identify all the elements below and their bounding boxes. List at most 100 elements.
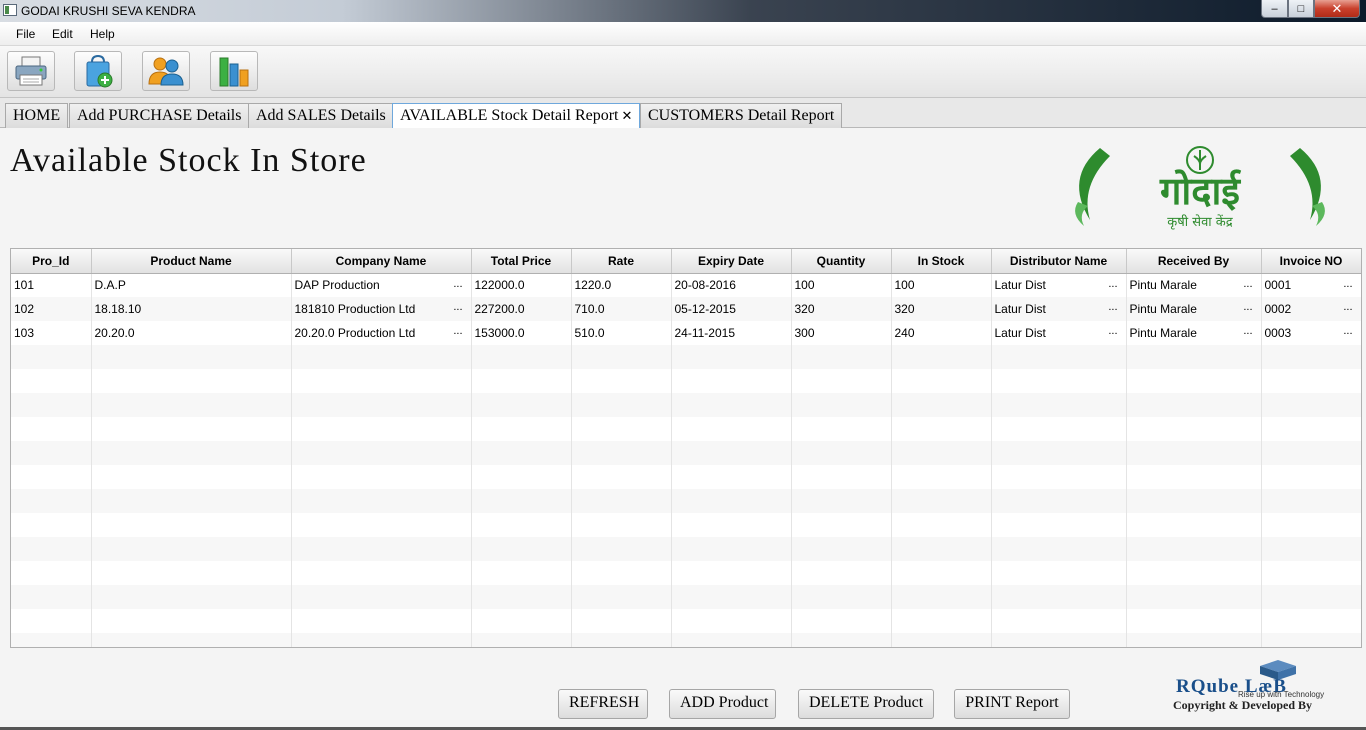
table-cell[interactable] <box>991 489 1127 513</box>
table-cell[interactable] <box>991 513 1127 537</box>
table-cell[interactable]: Pintu Marale... <box>1126 321 1262 345</box>
table-cell[interactable] <box>291 585 472 609</box>
table-cell[interactable] <box>11 585 92 609</box>
table-cell[interactable] <box>791 513 892 537</box>
table-cell[interactable] <box>1261 561 1361 585</box>
table-cell[interactable] <box>471 489 572 513</box>
table-cell[interactable] <box>671 465 792 489</box>
table-cell[interactable] <box>1261 633 1361 647</box>
menu-file[interactable]: File <box>16 27 35 41</box>
table-cell[interactable] <box>791 561 892 585</box>
table-cell[interactable] <box>471 561 572 585</box>
tab-add-purchase[interactable]: Add PURCHASE Details <box>69 103 250 128</box>
table-cell[interactable] <box>11 441 92 465</box>
table-cell[interactable] <box>91 465 292 489</box>
table-cell[interactable] <box>471 465 572 489</box>
table-cell[interactable] <box>291 465 472 489</box>
table-cell[interactable] <box>671 609 792 633</box>
table-cell[interactable] <box>1261 537 1361 561</box>
column-header[interactable]: Expiry Date <box>671 249 792 274</box>
table-cell[interactable] <box>571 417 672 441</box>
table-cell[interactable] <box>1126 465 1262 489</box>
table-cell[interactable]: 320 <box>791 297 892 321</box>
table-cell[interactable] <box>11 393 92 417</box>
table-cell[interactable] <box>291 513 472 537</box>
table-cell[interactable] <box>291 537 472 561</box>
table-cell[interactable] <box>671 393 792 417</box>
table-cell[interactable]: 320 <box>891 297 992 321</box>
table-cell[interactable] <box>471 441 572 465</box>
table-cell[interactable] <box>1261 345 1361 369</box>
table-cell[interactable] <box>11 489 92 513</box>
table-cell[interactable]: 153000.0 <box>471 321 572 345</box>
empty-table-row[interactable] <box>11 585 1361 609</box>
table-cell[interactable] <box>11 633 92 647</box>
maximize-button[interactable]: □ <box>1288 0 1314 18</box>
table-row[interactable]: 101 D.A.P DAP Production... 122000.0 1220.0 2… <box>11 273 1361 297</box>
table-cell[interactable] <box>571 561 672 585</box>
table-cell[interactable] <box>91 609 292 633</box>
table-cell[interactable] <box>1126 489 1262 513</box>
tab-customers[interactable]: CUSTOMERS Detail Report <box>640 103 843 128</box>
table-cell[interactable] <box>891 417 992 441</box>
table-cell[interactable] <box>571 369 672 393</box>
table-cell[interactable]: 20.20.0 <box>91 321 292 345</box>
table-cell[interactable] <box>91 537 292 561</box>
table-cell[interactable]: 181810 Production Ltd... <box>291 297 472 321</box>
print-report-button[interactable]: PRINT Report <box>954 689 1070 719</box>
table-cell[interactable] <box>291 609 472 633</box>
table-cell[interactable]: 227200.0 <box>471 297 572 321</box>
table-cell[interactable] <box>471 633 572 647</box>
empty-table-row[interactable] <box>11 345 1361 369</box>
table-cell[interactable] <box>1126 393 1262 417</box>
table-cell[interactable] <box>291 633 472 647</box>
table-cell[interactable]: 05-12-2015 <box>671 297 792 321</box>
table-cell[interactable] <box>891 345 992 369</box>
table-cell[interactable] <box>471 537 572 561</box>
table-cell[interactable]: Latur Dist... <box>991 321 1127 345</box>
table-cell[interactable] <box>471 345 572 369</box>
table-cell[interactable] <box>791 393 892 417</box>
add-purchase-toolbar-button[interactable] <box>74 51 122 91</box>
table-cell[interactable] <box>991 393 1127 417</box>
table-cell[interactable] <box>91 585 292 609</box>
table-cell[interactable] <box>91 441 292 465</box>
table-cell[interactable] <box>11 345 92 369</box>
table-cell[interactable] <box>791 609 892 633</box>
table-cell[interactable]: Pintu Marale... <box>1126 297 1262 321</box>
table-cell[interactable] <box>571 609 672 633</box>
empty-table-row[interactable] <box>11 513 1361 537</box>
table-cell[interactable] <box>1261 513 1361 537</box>
table-cell[interactable] <box>1126 633 1262 647</box>
table-cell[interactable] <box>991 609 1127 633</box>
table-cell[interactable] <box>571 345 672 369</box>
close-window-button[interactable]: ✕ <box>1314 0 1360 18</box>
empty-table-row[interactable] <box>11 441 1361 465</box>
table-cell[interactable]: 300 <box>791 321 892 345</box>
table-cell[interactable] <box>91 393 292 417</box>
table-cell[interactable]: 122000.0 <box>471 273 572 297</box>
table-cell[interactable] <box>991 345 1127 369</box>
table-cell[interactable] <box>791 345 892 369</box>
table-cell[interactable] <box>1126 585 1262 609</box>
table-cell[interactable] <box>471 585 572 609</box>
table-cell[interactable]: 102 <box>11 297 92 321</box>
empty-table-row[interactable] <box>11 537 1361 561</box>
table-cell[interactable]: 1220.0 <box>571 273 672 297</box>
table-cell[interactable] <box>891 369 992 393</box>
table-cell[interactable]: Latur Dist... <box>991 297 1127 321</box>
table-row[interactable]: 102 18.18.10 181810 Production Ltd... 22720… <box>11 297 1361 321</box>
table-cell[interactable] <box>671 513 792 537</box>
table-cell[interactable]: 240 <box>891 321 992 345</box>
table-cell[interactable] <box>91 345 292 369</box>
table-cell[interactable]: 0003... <box>1261 321 1361 345</box>
table-cell[interactable] <box>1261 441 1361 465</box>
report-toolbar-button[interactable] <box>210 51 258 91</box>
table-cell[interactable] <box>671 561 792 585</box>
table-cell[interactable]: 24-11-2015 <box>671 321 792 345</box>
table-cell[interactable] <box>991 441 1127 465</box>
column-header[interactable]: Product Name <box>91 249 292 274</box>
table-cell[interactable] <box>1126 537 1262 561</box>
empty-table-row[interactable] <box>11 609 1361 633</box>
table-cell[interactable] <box>571 537 672 561</box>
